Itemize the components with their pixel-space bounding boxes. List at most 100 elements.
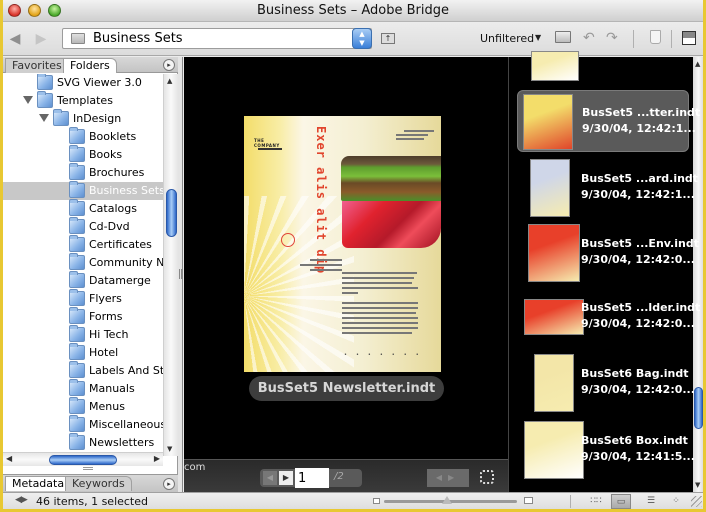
- path-menu-stepper[interactable]: ▲ ▼: [352, 28, 372, 49]
- tree-item[interactable]: Cd-Dvd: [3, 217, 163, 236]
- slider-knob[interactable]: [442, 496, 452, 504]
- tree-item[interactable]: Catalogs: [3, 199, 163, 218]
- delete-button[interactable]: [650, 30, 661, 44]
- masthead-rule: [258, 148, 282, 150]
- filmstrip-view-button[interactable]: ▭: [611, 494, 631, 509]
- thumbnail-image[interactable]: [528, 224, 580, 282]
- thumbnail-item[interactable]: BusSet6 Bag.indt 9/30/04, 12:42:0...: [509, 352, 695, 414]
- tree-item[interactable]: Labels And Stickers: [3, 361, 163, 380]
- tree-item[interactable]: Forms: [3, 307, 163, 326]
- tab-folders[interactable]: Folders: [63, 58, 117, 73]
- tree-item[interactable]: Datamerge: [3, 271, 163, 290]
- details-view-button[interactable]: ☰: [641, 494, 661, 509]
- folder-icon: [69, 199, 85, 216]
- disclosure-triangle-icon[interactable]: [23, 96, 33, 104]
- tree-item[interactable]: Booklets: [3, 127, 163, 146]
- scroll-down-arrow-icon[interactable]: ▼: [695, 481, 700, 489]
- thumbnail-image[interactable]: [524, 421, 584, 479]
- forward-button[interactable]: ▶: [33, 31, 49, 47]
- previous-page-button[interactable]: ◀: [263, 471, 277, 485]
- back-button[interactable]: ◀: [7, 31, 23, 47]
- disclosure-triangle-icon[interactable]: [39, 114, 49, 122]
- folders-panel: Favorites Folders ▸ SVG Viewer 3.0 Templa…: [3, 57, 178, 492]
- scroll-up-arrow-icon[interactable]: ▲: [167, 77, 172, 85]
- thumbnail-filename: BusSet5 ...tter.indt: [582, 106, 701, 119]
- tree-item[interactable]: Business Sets: [3, 181, 163, 200]
- scroll-thumb[interactable]: [694, 387, 703, 429]
- filter-menu[interactable]: Unfiltered: [480, 32, 534, 45]
- thumbnail-image[interactable]: [524, 299, 584, 335]
- scroll-down-arrow-icon[interactable]: ▼: [167, 445, 172, 453]
- window-resize-grip[interactable]: [691, 496, 702, 507]
- folder-icon: [69, 433, 85, 450]
- tree-item[interactable]: Hotel: [3, 343, 163, 362]
- fullscreen-icon[interactable]: [480, 470, 494, 484]
- thumbnail-item[interactable]: [509, 51, 689, 85]
- item-count: 46 items, 1 selected: [36, 495, 148, 508]
- thumbnail-small-icon[interactable]: [373, 498, 380, 504]
- tree-item-label: Books: [89, 148, 123, 161]
- thumbnail-image[interactable]: [534, 354, 574, 412]
- tree-item[interactable]: Brochures: [3, 163, 163, 182]
- window-title: Business Sets – Adobe Bridge: [257, 3, 449, 18]
- panel-resize-grip[interactable]: [83, 467, 93, 470]
- panel-menu-button[interactable]: ▸: [163, 478, 175, 490]
- tree-item[interactable]: SVG Viewer 3.0: [3, 74, 163, 92]
- compact-mode-button[interactable]: [682, 31, 696, 45]
- thumbnail-image[interactable]: [530, 159, 570, 217]
- tree-item[interactable]: Flyers: [3, 289, 163, 308]
- tree-item[interactable]: Manuals: [3, 379, 163, 398]
- scroll-left-arrow-icon[interactable]: ◀: [6, 454, 12, 463]
- toggle-panels-button[interactable]: ◀▶: [15, 495, 28, 505]
- tree-item[interactable]: Newsletters: [3, 433, 163, 452]
- tree-item[interactable]: Community Newsletters: [3, 253, 163, 272]
- thumbnail-item[interactable]: BusSet6 Box.indt 9/30/04, 12:41:5...: [509, 419, 695, 481]
- thumbnail-image[interactable]: [523, 94, 573, 150]
- tab-metadata[interactable]: Metadata: [5, 476, 72, 491]
- rotate-right-button[interactable]: ↷: [606, 30, 618, 46]
- thumbnails-view-button[interactable]: ∷∷: [586, 494, 606, 509]
- tree-vertical-scrollbar[interactable]: ▲ ▼: [163, 74, 178, 456]
- rotate-left-button[interactable]: ↶: [583, 30, 595, 46]
- look-in-path-menu[interactable]: Business Sets ▲ ▼: [62, 28, 372, 49]
- panel-splitter[interactable]: [178, 57, 183, 492]
- splitter-grip[interactable]: [179, 269, 182, 279]
- thumbnail-item[interactable]: BusSet5 ...ard.indt 9/30/04, 12:42:1...: [509, 157, 698, 219]
- tree-item[interactable]: Templates: [3, 91, 163, 110]
- tree-item[interactable]: InDesign: [3, 109, 163, 128]
- page-number-input[interactable]: [295, 468, 329, 488]
- adobe-bridge-window: Business Sets – Adobe Bridge ◀ ▶ Busines…: [3, 0, 703, 509]
- tree-item[interactable]: Books: [3, 145, 163, 164]
- panel-menu-button[interactable]: ▸: [163, 59, 175, 71]
- thumbnail-large-icon[interactable]: [524, 497, 533, 504]
- scroll-right-arrow-icon[interactable]: ▶: [154, 454, 160, 463]
- tree-item[interactable]: Certificates: [3, 235, 163, 254]
- new-folder-button[interactable]: [555, 31, 571, 43]
- scroll-up-arrow-icon[interactable]: ▲: [695, 60, 700, 68]
- tab-favorites[interactable]: Favorites: [5, 58, 69, 73]
- preview-controls: com ◀ ▶ /2 ◀▶: [184, 459, 508, 492]
- folder-icon: [69, 415, 85, 432]
- tree-item[interactable]: Hi Tech: [3, 325, 163, 344]
- item-navigation-buttons[interactable]: ◀▶: [427, 469, 469, 487]
- folder-icon: [69, 325, 85, 342]
- scroll-thumb[interactable]: [49, 455, 117, 465]
- versions-view-button[interactable]: ⁘: [666, 494, 686, 509]
- chevron-down-icon[interactable]: ▼: [535, 33, 541, 42]
- up-folder-icon: ↑: [384, 34, 392, 43]
- text-line: [342, 332, 412, 334]
- scroll-thumb[interactable]: [166, 189, 177, 237]
- title-bar: Business Sets – Adobe Bridge: [3, 0, 703, 22]
- thumbnail-item[interactable]: BusSet5 ...lder.indt 9/30/04, 12:42:0...: [509, 295, 700, 339]
- tree-horizontal-scrollbar[interactable]: ◀ ▶: [3, 452, 163, 466]
- document-preview[interactable]: THE COMPANY Exer alis alit dip •••••••: [244, 116, 441, 372]
- thumbnail-image[interactable]: [531, 51, 579, 81]
- thumbnail-item[interactable]: BusSet5 ...tter.indt 9/30/04, 12:42:1...: [517, 90, 700, 152]
- tab-keywords[interactable]: Keywords: [65, 476, 132, 491]
- thumbnail-item[interactable]: BusSet5 ...Env.indt 9/30/04, 12:42:0...: [509, 222, 699, 284]
- next-page-button[interactable]: ▶: [279, 471, 293, 485]
- folder-tree: SVG Viewer 3.0 Templates InDesign Booklets B…: [3, 74, 163, 452]
- go-up-folder-button[interactable]: ↑: [381, 33, 395, 44]
- tree-item[interactable]: Menus: [3, 397, 163, 416]
- tree-item[interactable]: Miscellaneous: [3, 415, 163, 434]
